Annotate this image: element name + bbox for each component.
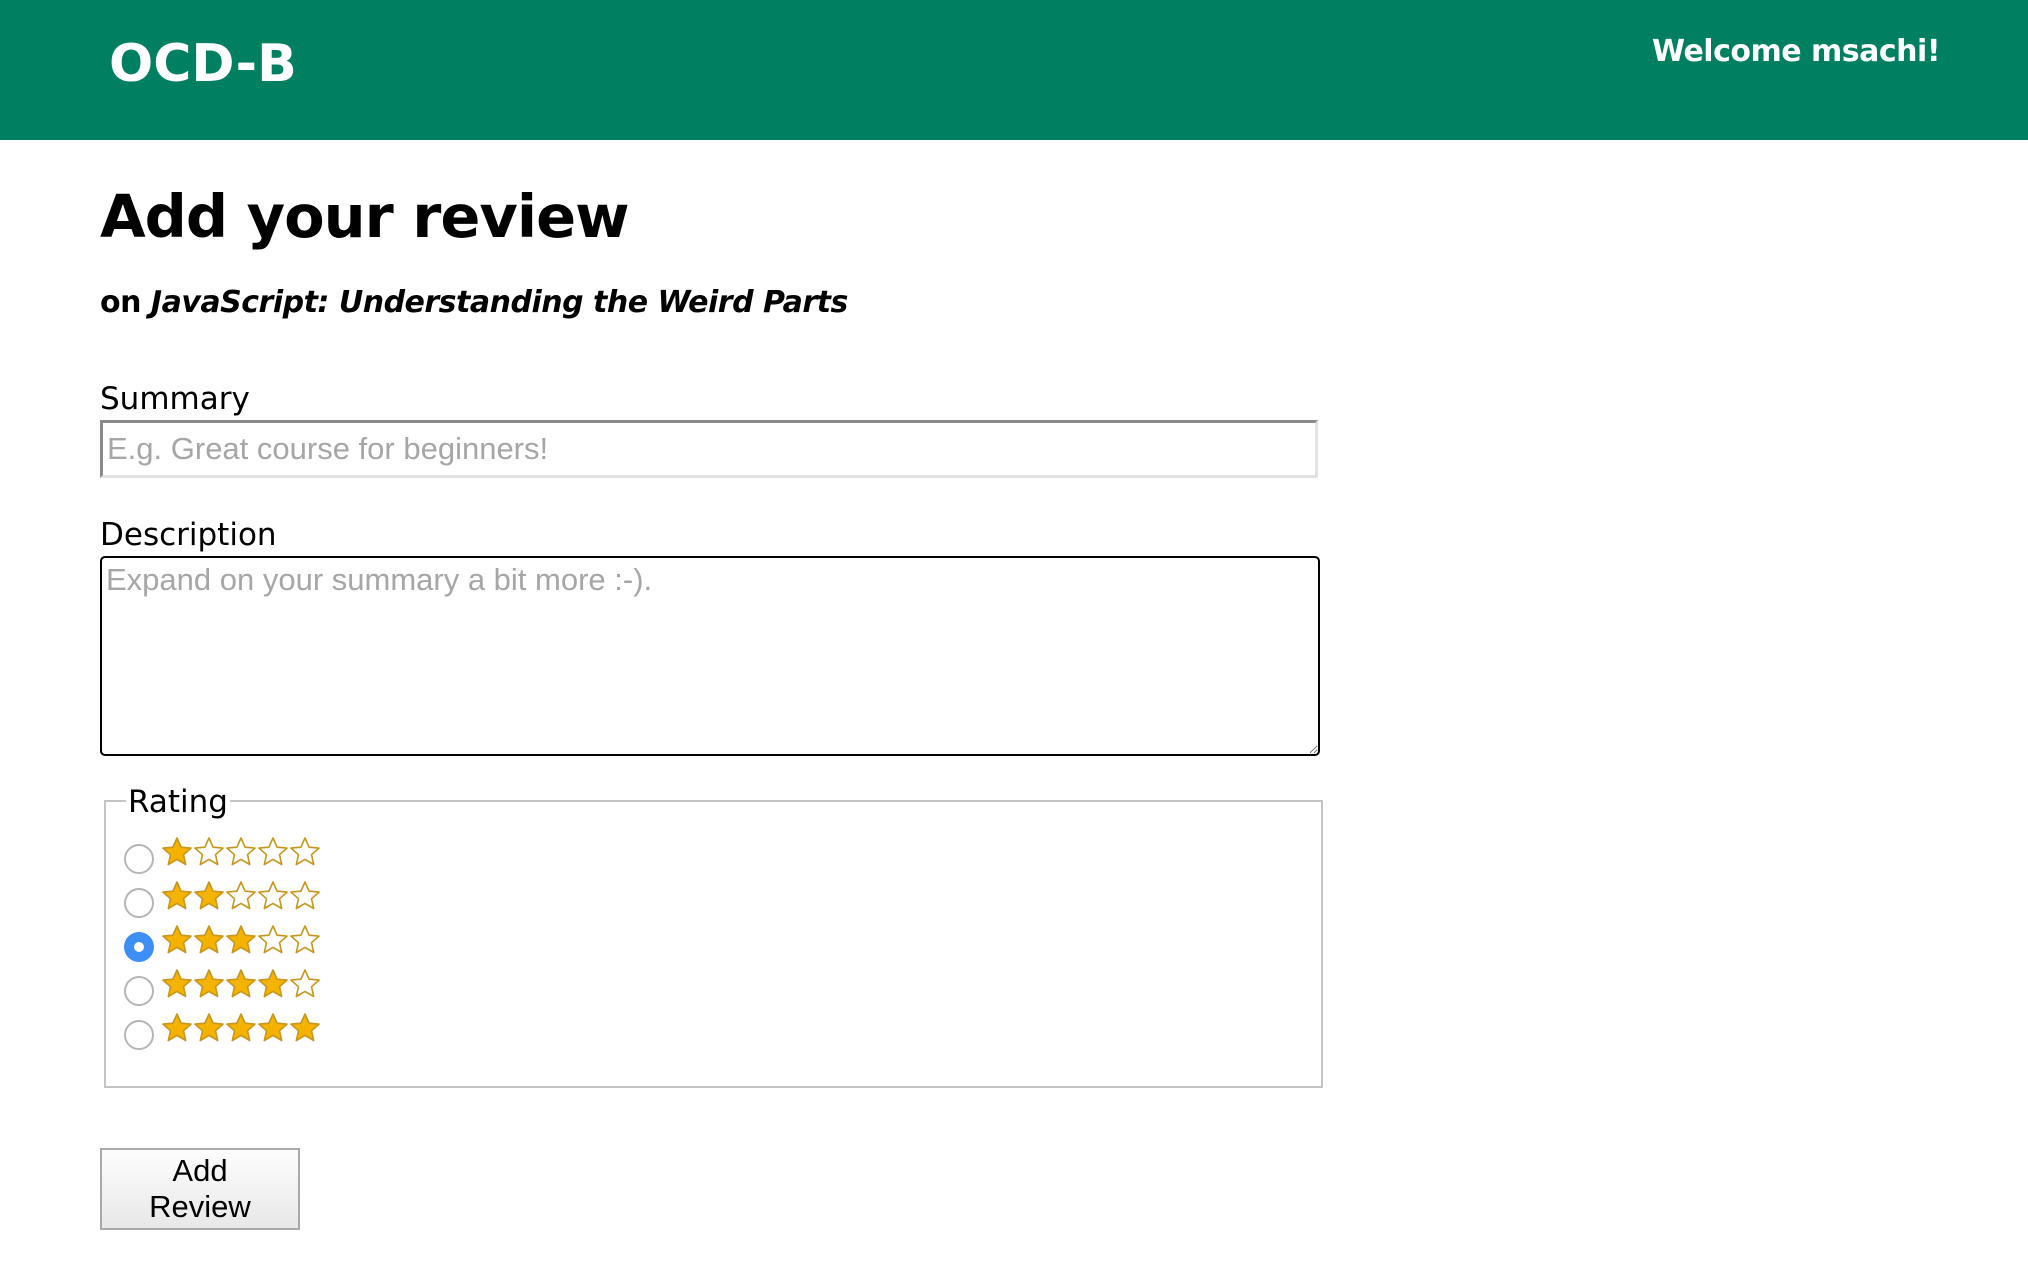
star-filled-icon xyxy=(258,1013,288,1042)
add-review-button[interactable]: Add Review xyxy=(100,1148,300,1230)
brand-logo[interactable]: OCD-B xyxy=(109,34,297,94)
rating-option-1[interactable] xyxy=(124,832,321,874)
rating-radio-1[interactable] xyxy=(124,844,154,874)
star-filled-icon xyxy=(258,969,288,998)
description-label: Description xyxy=(100,517,277,553)
star-filled-icon xyxy=(226,1013,256,1042)
star-filled-icon xyxy=(290,1013,320,1042)
star-empty-icon xyxy=(258,925,288,954)
star-filled-icon xyxy=(162,1013,192,1042)
rating-option-4[interactable] xyxy=(124,964,321,1006)
rating-stars xyxy=(161,1010,321,1046)
rating-fieldset: Rating xyxy=(104,784,1323,1088)
star-empty-icon xyxy=(290,881,320,910)
star-empty-icon xyxy=(258,837,288,866)
rating-stars xyxy=(161,834,321,870)
star-filled-icon xyxy=(194,1013,224,1042)
star-empty-icon xyxy=(290,925,320,954)
star-filled-icon xyxy=(226,925,256,954)
rating-option-3[interactable] xyxy=(124,920,321,962)
star-filled-icon xyxy=(226,969,256,998)
star-empty-icon xyxy=(290,837,320,866)
rating-option-2[interactable] xyxy=(124,876,321,918)
rating-radio-3[interactable] xyxy=(124,932,154,962)
star-empty-icon xyxy=(194,837,224,866)
rating-radio-5[interactable] xyxy=(124,1020,154,1050)
star-filled-icon xyxy=(194,881,224,910)
welcome-message: Welcome msachi! xyxy=(1651,34,1941,69)
summary-input[interactable] xyxy=(100,420,1318,478)
rating-radio-4[interactable] xyxy=(124,976,154,1006)
rating-legend: Rating xyxy=(126,784,230,820)
course-title: JavaScript: Understanding the Weird Part… xyxy=(150,285,848,320)
app-header: OCD-B Welcome msachi! xyxy=(0,0,2028,140)
rating-stars xyxy=(161,966,321,1002)
star-empty-icon xyxy=(226,837,256,866)
rating-option-5[interactable] xyxy=(124,1008,321,1050)
rating-stars xyxy=(161,878,321,914)
rating-radio-2[interactable] xyxy=(124,888,154,918)
star-filled-icon xyxy=(194,925,224,954)
star-filled-icon xyxy=(194,969,224,998)
star-empty-icon xyxy=(226,881,256,910)
summary-label: Summary xyxy=(100,381,250,417)
star-empty-icon xyxy=(290,969,320,998)
description-textarea[interactable] xyxy=(100,556,1320,756)
subtitle-prefix: on xyxy=(100,285,141,320)
star-filled-icon xyxy=(162,881,192,910)
rating-stars xyxy=(161,922,321,958)
star-filled-icon xyxy=(162,925,192,954)
page-subtitle: on JavaScript: Understanding the Weird P… xyxy=(100,285,848,320)
star-filled-icon xyxy=(162,837,192,866)
star-filled-icon xyxy=(162,969,192,998)
star-empty-icon xyxy=(258,881,288,910)
page-title: Add your review xyxy=(100,182,630,251)
